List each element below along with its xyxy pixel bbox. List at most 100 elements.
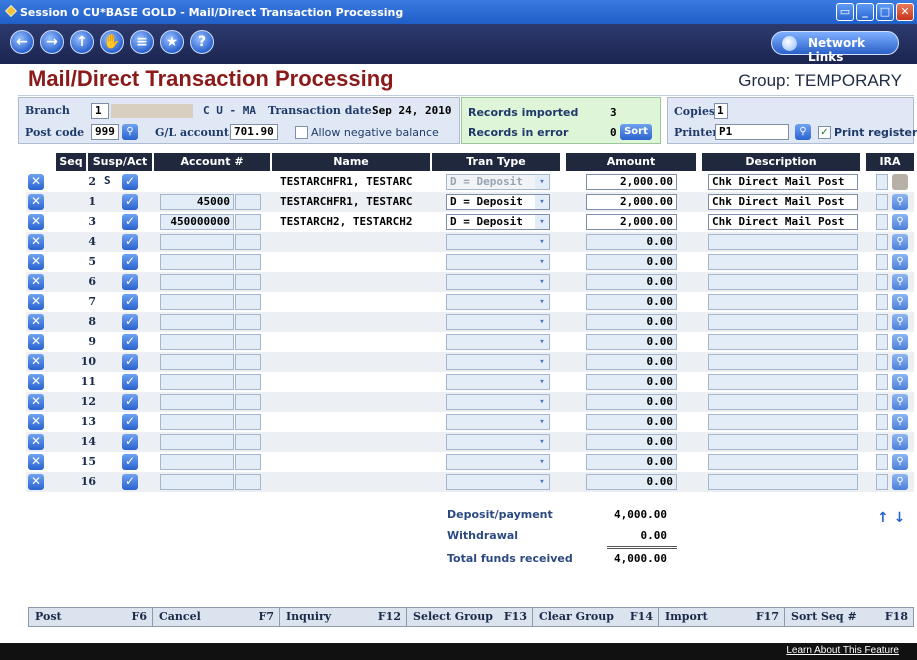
ira-checkbox[interactable] bbox=[876, 454, 888, 470]
delete-row-icon[interactable]: ✕ bbox=[28, 434, 44, 450]
ira-lookup-icon[interactable]: ⚲ bbox=[892, 194, 908, 210]
delete-row-icon[interactable]: ✕ bbox=[28, 314, 44, 330]
delete-row-icon[interactable]: ✕ bbox=[28, 214, 44, 230]
back-icon[interactable]: ← bbox=[10, 30, 34, 54]
post-button[interactable]: Post F6 bbox=[29, 608, 153, 626]
amount-field[interactable]: 0.00 bbox=[586, 434, 677, 450]
tran-type-select[interactable]: ▾ bbox=[446, 354, 550, 370]
account-suffix-field[interactable] bbox=[235, 294, 261, 310]
amount-field[interactable]: 2,000.00 bbox=[586, 194, 677, 210]
active-checkbox[interactable]: ✓ bbox=[122, 414, 138, 430]
printer-lookup-icon[interactable]: ⚲ bbox=[795, 124, 811, 140]
restore-icon[interactable]: _ bbox=[856, 3, 874, 21]
description-field[interactable]: Chk Direct Mail Post bbox=[708, 174, 858, 190]
ira-lookup-icon[interactable]: ⚲ bbox=[892, 294, 908, 310]
delete-row-icon[interactable]: ✕ bbox=[28, 174, 44, 190]
ira-lookup-icon[interactable]: ⚲ bbox=[892, 434, 908, 450]
active-checkbox[interactable]: ✓ bbox=[122, 434, 138, 450]
description-field[interactable] bbox=[708, 474, 858, 490]
ira-checkbox[interactable] bbox=[876, 374, 888, 390]
account-field[interactable] bbox=[160, 434, 234, 450]
account-field[interactable] bbox=[160, 294, 234, 310]
ira-checkbox[interactable] bbox=[876, 314, 888, 330]
tran-type-select[interactable]: ▾ bbox=[446, 454, 550, 470]
account-suffix-field[interactable] bbox=[235, 334, 261, 350]
account-suffix-field[interactable] bbox=[235, 354, 261, 370]
amount-field[interactable]: 0.00 bbox=[586, 474, 677, 490]
scroll-up-icon[interactable]: ↑ bbox=[877, 510, 889, 526]
description-field[interactable] bbox=[708, 454, 858, 470]
account-field[interactable] bbox=[160, 334, 234, 350]
active-checkbox[interactable]: ✓ bbox=[122, 174, 138, 190]
amount-field[interactable]: 0.00 bbox=[586, 314, 677, 330]
printer-field[interactable]: P1 bbox=[715, 124, 789, 140]
account-suffix-field[interactable] bbox=[235, 394, 261, 410]
ira-lookup-icon[interactable]: ⚲ bbox=[892, 314, 908, 330]
hand-icon[interactable]: ✋ bbox=[100, 30, 124, 54]
active-checkbox[interactable]: ✓ bbox=[122, 394, 138, 410]
ira-lookup-icon[interactable]: ⚲ bbox=[892, 474, 908, 490]
description-field[interactable]: Chk Direct Mail Post bbox=[708, 194, 858, 210]
ira-lookup-icon[interactable]: ⚲ bbox=[892, 414, 908, 430]
amount-field[interactable]: 0.00 bbox=[586, 454, 677, 470]
amount-field[interactable]: 0.00 bbox=[586, 274, 677, 290]
print-register-checkbox[interactable]: ✓ bbox=[818, 126, 831, 139]
allow-negative-checkbox[interactable] bbox=[295, 126, 308, 139]
ira-checkbox[interactable] bbox=[876, 174, 888, 190]
delete-row-icon[interactable]: ✕ bbox=[28, 254, 44, 270]
up-icon[interactable]: ↑ bbox=[70, 30, 94, 54]
account-field[interactable] bbox=[160, 474, 234, 490]
ira-checkbox[interactable] bbox=[876, 414, 888, 430]
amount-field[interactable]: 0.00 bbox=[586, 414, 677, 430]
ira-checkbox[interactable] bbox=[876, 354, 888, 370]
delete-row-icon[interactable]: ✕ bbox=[28, 454, 44, 470]
tran-type-select[interactable]: ▾ bbox=[446, 374, 550, 390]
ira-checkbox[interactable] bbox=[876, 254, 888, 270]
account-field[interactable] bbox=[160, 394, 234, 410]
ira-lookup-icon[interactable]: ⚲ bbox=[892, 454, 908, 470]
account-field[interactable] bbox=[160, 354, 234, 370]
tran-type-select[interactable]: D = Deposit ▾ bbox=[446, 214, 550, 230]
tran-type-select[interactable]: ▾ bbox=[446, 334, 550, 350]
inquiry-button[interactable]: Inquiry F12 bbox=[280, 608, 407, 626]
amount-field[interactable]: 0.00 bbox=[586, 254, 677, 270]
account-field[interactable] bbox=[160, 274, 234, 290]
account-field[interactable] bbox=[160, 314, 234, 330]
ira-checkbox[interactable] bbox=[876, 434, 888, 450]
ira-checkbox[interactable] bbox=[876, 234, 888, 250]
ira-checkbox[interactable] bbox=[876, 394, 888, 410]
tran-type-select[interactable]: ▾ bbox=[446, 394, 550, 410]
select-group-button[interactable]: Select Group F13 bbox=[407, 608, 533, 626]
delete-row-icon[interactable]: ✕ bbox=[28, 354, 44, 370]
description-field[interactable] bbox=[708, 354, 858, 370]
account-suffix-field[interactable] bbox=[235, 454, 261, 470]
tran-type-select[interactable]: ▾ bbox=[446, 254, 550, 270]
ira-checkbox[interactable] bbox=[876, 334, 888, 350]
minimize-icon[interactable]: ▭ bbox=[836, 3, 854, 21]
active-checkbox[interactable]: ✓ bbox=[122, 474, 138, 490]
clear-group-button[interactable]: Clear Group F14 bbox=[533, 608, 659, 626]
description-field[interactable] bbox=[708, 374, 858, 390]
account-suffix-field[interactable] bbox=[235, 474, 261, 490]
delete-row-icon[interactable]: ✕ bbox=[28, 234, 44, 250]
amount-field[interactable]: 2,000.00 bbox=[586, 214, 677, 230]
account-suffix-field[interactable] bbox=[235, 234, 261, 250]
sort-button[interactable]: Sort bbox=[620, 124, 652, 140]
delete-row-icon[interactable]: ✕ bbox=[28, 414, 44, 430]
cancel-button[interactable]: Cancel F7 bbox=[153, 608, 280, 626]
ira-checkbox[interactable] bbox=[876, 274, 888, 290]
post-code-field[interactable]: 999 bbox=[91, 124, 119, 140]
delete-row-icon[interactable]: ✕ bbox=[28, 294, 44, 310]
favorite-icon[interactable]: ★ bbox=[160, 30, 184, 54]
ira-lookup-icon[interactable]: ⚲ bbox=[892, 234, 908, 250]
copies-field[interactable]: 1 bbox=[714, 103, 728, 119]
tran-type-select[interactable]: ▾ bbox=[446, 314, 550, 330]
import-button[interactable]: Import F17 bbox=[659, 608, 785, 626]
description-field[interactable] bbox=[708, 294, 858, 310]
account-field[interactable]: 450000000 bbox=[160, 214, 234, 230]
branch-field[interactable]: 1 bbox=[91, 103, 109, 119]
close-icon[interactable]: ✕ bbox=[896, 3, 914, 21]
amount-field[interactable]: 0.00 bbox=[586, 334, 677, 350]
amount-field[interactable]: 2,000.00 bbox=[586, 174, 677, 190]
ira-checkbox[interactable] bbox=[876, 474, 888, 490]
